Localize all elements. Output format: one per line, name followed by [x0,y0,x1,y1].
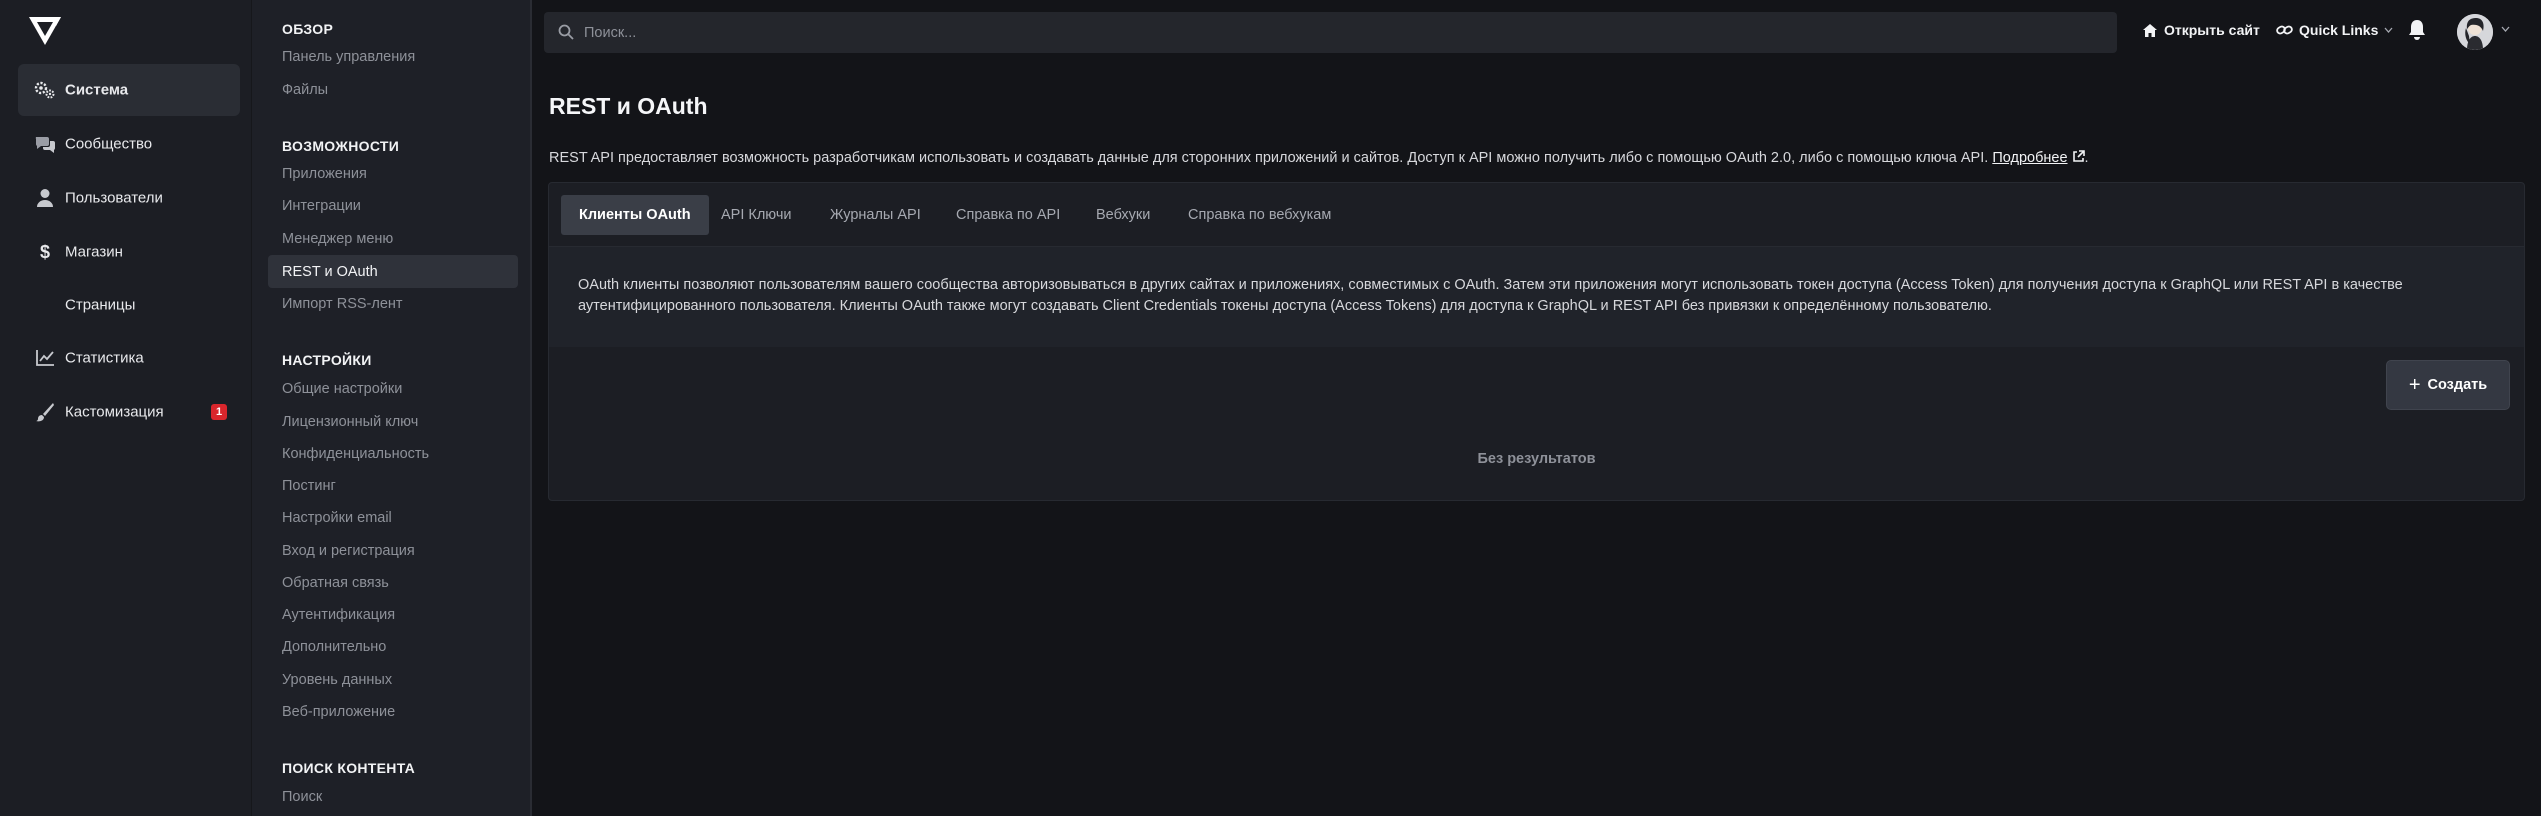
quick-links-label: Quick Links [2299,22,2379,38]
submenu-item-general-settings[interactable]: Общие настройки [282,381,402,397]
create-label: Создать [2427,377,2488,393]
nav-item-label: Магазин [65,243,123,261]
nav-item-label: Страницы [65,296,136,314]
nav-item-users[interactable]: Пользователи [18,172,240,224]
user-icon [34,187,56,209]
dollar-icon: $ [39,241,50,262]
search-input[interactable] [584,12,2084,53]
notification-badge: 1 [211,404,227,420]
tab-webhooks[interactable]: Вебхуки [1096,195,1150,235]
submenu-item-menu-manager[interactable]: Менеджер меню [282,231,393,247]
submenu-item-email-settings[interactable]: Настройки email [282,510,392,526]
nav-item-statistics[interactable]: Статистика [18,332,240,384]
tab-api-reference[interactable]: Справка по API [956,195,1060,235]
chart-line-icon [34,347,56,369]
nav-item-community[interactable]: Сообщество [18,118,240,170]
page-description: REST API предоставляет возможность разра… [549,150,2089,166]
tab-webhooks-reference[interactable]: Справка по вебхукам [1188,195,1331,235]
avatar[interactable] [2457,14,2493,50]
section-title-features: ВОЗМОЖНОСТИ [282,138,400,154]
logo-icon[interactable] [28,16,64,48]
submenu-item-search[interactable]: Поиск [282,789,322,805]
top-bar: Открыть сайт Quick Links [534,0,2541,64]
section-title-settings: НАСТРОЙКИ [282,352,372,368]
tab-bar: Клиенты OAuth API Ключи Журналы API Спра… [549,183,2524,247]
quick-links-menu[interactable]: Quick Links [2276,22,2393,38]
nav-item-label: Сообщество [65,135,153,153]
submenu-item-license-key[interactable]: Лицензионный ключ [282,414,418,430]
tab-oauth-clients[interactable]: Клиенты OAuth [561,195,709,235]
page-title: REST и OAuth [549,93,708,119]
section-title-content-search: ПОИСК КОНТЕНТА [282,760,416,776]
link-icon [2276,25,2293,35]
empty-state: Без результатов [1477,451,1596,467]
submenu-item-web-app[interactable]: Веб-приложение [282,704,395,720]
nav-item-system[interactable]: Система [18,64,240,116]
submenu-item-privacy[interactable]: Конфиденциальность [282,446,429,462]
home-icon [2143,23,2157,37]
nav-item-label: Пользователи [65,189,163,207]
description-text: REST API предоставляет возможность разра… [549,150,1989,166]
chevron-down-icon[interactable] [2501,26,2510,32]
nav-item-label: Статистика [65,349,144,367]
external-link-icon [2072,150,2085,162]
submenu-item-advanced[interactable]: Дополнительно [282,639,386,655]
bell-icon[interactable] [2407,19,2429,43]
tab-api-keys[interactable]: API Ключи [721,195,792,235]
info-panel: OAuth клиенты позволяют пользователям ва… [549,247,2524,347]
submenu-item-authentication[interactable]: Аутентификация [282,607,395,623]
secondary-menu: ОБЗОР Панель управления Файлы ВОЗМОЖНОСТ… [252,0,532,816]
open-site-label: Открыть сайт [2164,22,2260,38]
plus-icon: + [2408,373,2421,396]
oauth-card: Клиенты OAuth API Ключи Журналы API Спра… [548,182,2525,501]
submenu-item-posting[interactable]: Постинг [282,478,336,494]
search-icon [558,24,576,42]
nav-item-label: Система [65,81,129,99]
chat-icon [34,133,56,155]
nav-item-label: Кастомизация [65,403,164,421]
search-box[interactable] [544,12,2117,53]
gears-icon [34,79,56,101]
learn-more-link[interactable]: Подробнее [1992,150,2067,166]
submenu-item-rss-import[interactable]: Импорт RSS-лент [282,296,403,312]
submenu-item-feedback[interactable]: Обратная связь [282,575,389,591]
nav-item-store[interactable]: $ Магазин [18,226,240,278]
submenu-item-dashboard[interactable]: Панель управления [282,49,415,65]
submenu-item-files[interactable]: Файлы [282,82,328,98]
submenu-item-apps[interactable]: Приложения [282,166,367,182]
info-text: OAuth клиенты позволяют пользователям ва… [578,277,2403,314]
chevron-down-icon [2384,27,2393,33]
section-title-overview: ОБЗОР [282,21,334,37]
primary-nav: Система Сообщество Пользователи $ Магази… [0,0,252,816]
paintbrush-icon [34,401,56,423]
create-button[interactable]: + Создать [2386,360,2510,410]
nav-item-customization[interactable]: Кастомизация 1 [18,386,240,438]
submenu-item-data-layer[interactable]: Уровень данных [282,672,392,688]
open-site-link[interactable]: Открыть сайт [2142,22,2260,38]
tab-api-logs[interactable]: Журналы API [830,195,921,235]
nav-item-pages[interactable]: Страницы [18,279,240,331]
submenu-item-login-registration[interactable]: Вход и регистрация [282,543,415,559]
submenu-item-rest-oauth[interactable]: REST и OAuth [268,255,518,288]
submenu-item-integrations[interactable]: Интеграции [282,198,361,214]
